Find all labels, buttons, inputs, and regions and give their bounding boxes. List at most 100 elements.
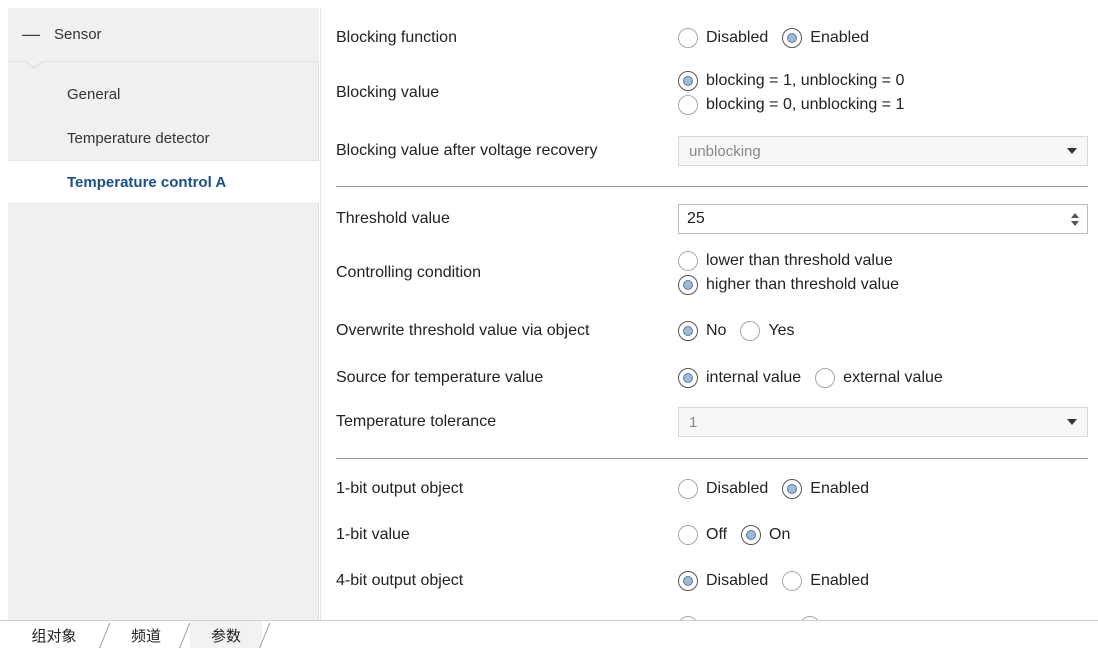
param-output-1bit: 1-bit output object Disabled Enabled <box>336 477 1088 501</box>
tab-separator <box>98 623 111 648</box>
param-overwrite-threshold: Overwrite threshold value via object No … <box>336 319 1088 343</box>
dropdown[interactable]: 1 <box>678 407 1088 437</box>
radio-label: No <box>706 322 727 339</box>
radio-option-no[interactable]: No <box>678 319 726 343</box>
dropdown-value: 1 <box>689 413 698 431</box>
param-label: Overwrite threshold value via object <box>336 322 590 339</box>
sidebar-item-label: General <box>67 85 121 103</box>
radio-button-selected[interactable] <box>741 525 762 545</box>
spinner-value[interactable]: 25 <box>687 210 705 228</box>
radio-option-disabled[interactable]: Disabled <box>678 26 768 50</box>
param-source-temperature: Source for temperature value internal va… <box>336 366 1088 390</box>
radio-label: lower than threshold value <box>706 252 893 269</box>
radio-option-enabled[interactable]: Enabled <box>782 477 869 501</box>
param-label: Blocking value after voltage recovery <box>336 142 598 159</box>
blocking-after-recovery-select[interactable]: unblocking <box>678 136 1088 166</box>
radio-button-selected[interactable] <box>678 571 698 591</box>
spin-down-icon[interactable] <box>1071 220 1079 226</box>
dropdown-value: unblocking <box>689 142 761 160</box>
param-label: Threshold value <box>336 210 450 227</box>
radio-label: Enabled <box>810 480 869 497</box>
radio-option-yes[interactable]: Yes <box>740 319 795 343</box>
radio-label: Enabled <box>810 572 869 589</box>
chevron-down-icon[interactable] <box>1067 419 1077 425</box>
radio-option-lower[interactable]: lower than threshold value <box>678 249 893 273</box>
radio-button-selected[interactable] <box>678 368 698 388</box>
radio-option-internal[interactable]: internal value <box>678 366 801 390</box>
chevron-down-icon[interactable] <box>1067 148 1077 154</box>
radio-label: higher than threshold value <box>706 276 900 293</box>
param-label: Temperature tolerance <box>336 413 497 430</box>
radio-button-selected[interactable] <box>678 321 698 341</box>
spin-up-icon[interactable] <box>1071 212 1079 218</box>
radio-label: blocking = 0, unblocking = 1 <box>706 96 905 113</box>
radio-button[interactable] <box>815 368 836 388</box>
radio-button[interactable] <box>782 571 803 591</box>
radio-button[interactable] <box>678 251 698 271</box>
radio-button[interactable] <box>678 479 698 499</box>
param-controlling-condition: Controlling condition lower than thresho… <box>336 248 1088 298</box>
sidebar-item-temperature-control-a[interactable]: Temperature control A <box>8 160 319 204</box>
tab-group-objects[interactable]: 组对象 <box>14 621 94 648</box>
radio-option-on[interactable]: On <box>741 523 790 547</box>
tab-channel[interactable]: 频道 <box>110 621 182 648</box>
param-label: Source for temperature value <box>336 369 544 386</box>
param-value-1bit: 1-bit value Off On <box>336 523 1088 547</box>
param-label: 1-bit value <box>336 526 410 543</box>
param-label: Blocking function <box>336 29 457 46</box>
tab-label: 频道 <box>130 626 161 645</box>
radio-button-selected[interactable] <box>782 479 803 499</box>
tree-root-label: Sensor <box>54 26 102 43</box>
sidebar-item-label: Temperature control A <box>67 173 227 191</box>
radio-button[interactable] <box>678 525 698 545</box>
param-label: 1-bit output object <box>336 480 464 497</box>
radio-label: Disabled <box>706 572 769 589</box>
radio-option-enabled[interactable]: Enabled <box>782 569 869 593</box>
tab-label: 参数 <box>210 626 241 645</box>
number-spinner[interactable]: 25 <box>678 204 1088 234</box>
tree-items: General Temperature detector Temperature… <box>8 72 319 204</box>
radio-option-disabled[interactable]: Disabled <box>678 477 768 501</box>
sidebar-item-general[interactable]: General <box>8 72 319 116</box>
radio-option-higher[interactable]: higher than threshold value <box>678 273 899 297</box>
collapse-icon[interactable]: — <box>8 24 54 45</box>
dropdown[interactable]: unblocking <box>678 136 1088 166</box>
tab-label: 组对象 <box>31 626 77 645</box>
param-label: Blocking value <box>336 84 440 101</box>
radio-option-blocking-0[interactable]: blocking = 0, unblocking = 1 <box>678 93 904 117</box>
sidebar-item-label: Temperature detector <box>67 129 210 147</box>
radio-button[interactable] <box>740 321 761 341</box>
radio-option-blocking-1[interactable]: blocking = 1, unblocking = 0 <box>678 69 904 93</box>
radio-label: external value <box>843 369 943 386</box>
radio-label: Disabled <box>706 480 769 497</box>
section-divider <box>336 458 1088 459</box>
radio-label: Yes <box>768 322 795 339</box>
source-temperature-radio-group: internal value external value <box>678 366 957 390</box>
blocking-function-radio-group: Disabled Enabled <box>678 26 883 50</box>
tree-root-sensor[interactable]: — Sensor <box>8 8 319 62</box>
sidebar-item-temperature-detector[interactable]: Temperature detector <box>8 116 319 160</box>
value-1bit-radio-group: Off On <box>678 523 804 547</box>
overwrite-threshold-radio-group: No Yes <box>678 319 809 343</box>
param-blocking-value: Blocking value blocking = 1, unblocking … <box>336 68 1088 118</box>
radio-button[interactable] <box>678 28 698 48</box>
output-1bit-radio-group: Disabled Enabled <box>678 477 883 501</box>
radio-option-enabled[interactable]: Enabled <box>782 26 869 50</box>
radio-button-selected[interactable] <box>678 275 698 295</box>
radio-button-selected[interactable] <box>678 71 698 91</box>
tree-notch <box>24 60 44 69</box>
blocking-value-radio-group: blocking = 1, unblocking = 0 blocking = … <box>678 69 918 117</box>
tab-parameters[interactable]: 参数 <box>190 621 262 648</box>
section-divider <box>336 186 1088 187</box>
radio-option-off[interactable]: Off <box>678 523 727 547</box>
radio-label: Enabled <box>810 29 869 46</box>
sidebar: — Sensor General Temperature detector Te… <box>8 8 319 620</box>
parameter-window: — Sensor General Temperature detector Te… <box>0 0 1098 648</box>
radio-button-selected[interactable] <box>782 28 803 48</box>
temperature-tolerance-select[interactable]: 1 <box>678 407 1088 437</box>
radio-option-disabled[interactable]: Disabled <box>678 569 768 593</box>
threshold-value-spinner[interactable]: 25 <box>678 204 1088 234</box>
radio-option-external[interactable]: external value <box>815 366 943 390</box>
spinner-arrows[interactable] <box>1071 207 1079 231</box>
radio-button[interactable] <box>678 95 698 115</box>
